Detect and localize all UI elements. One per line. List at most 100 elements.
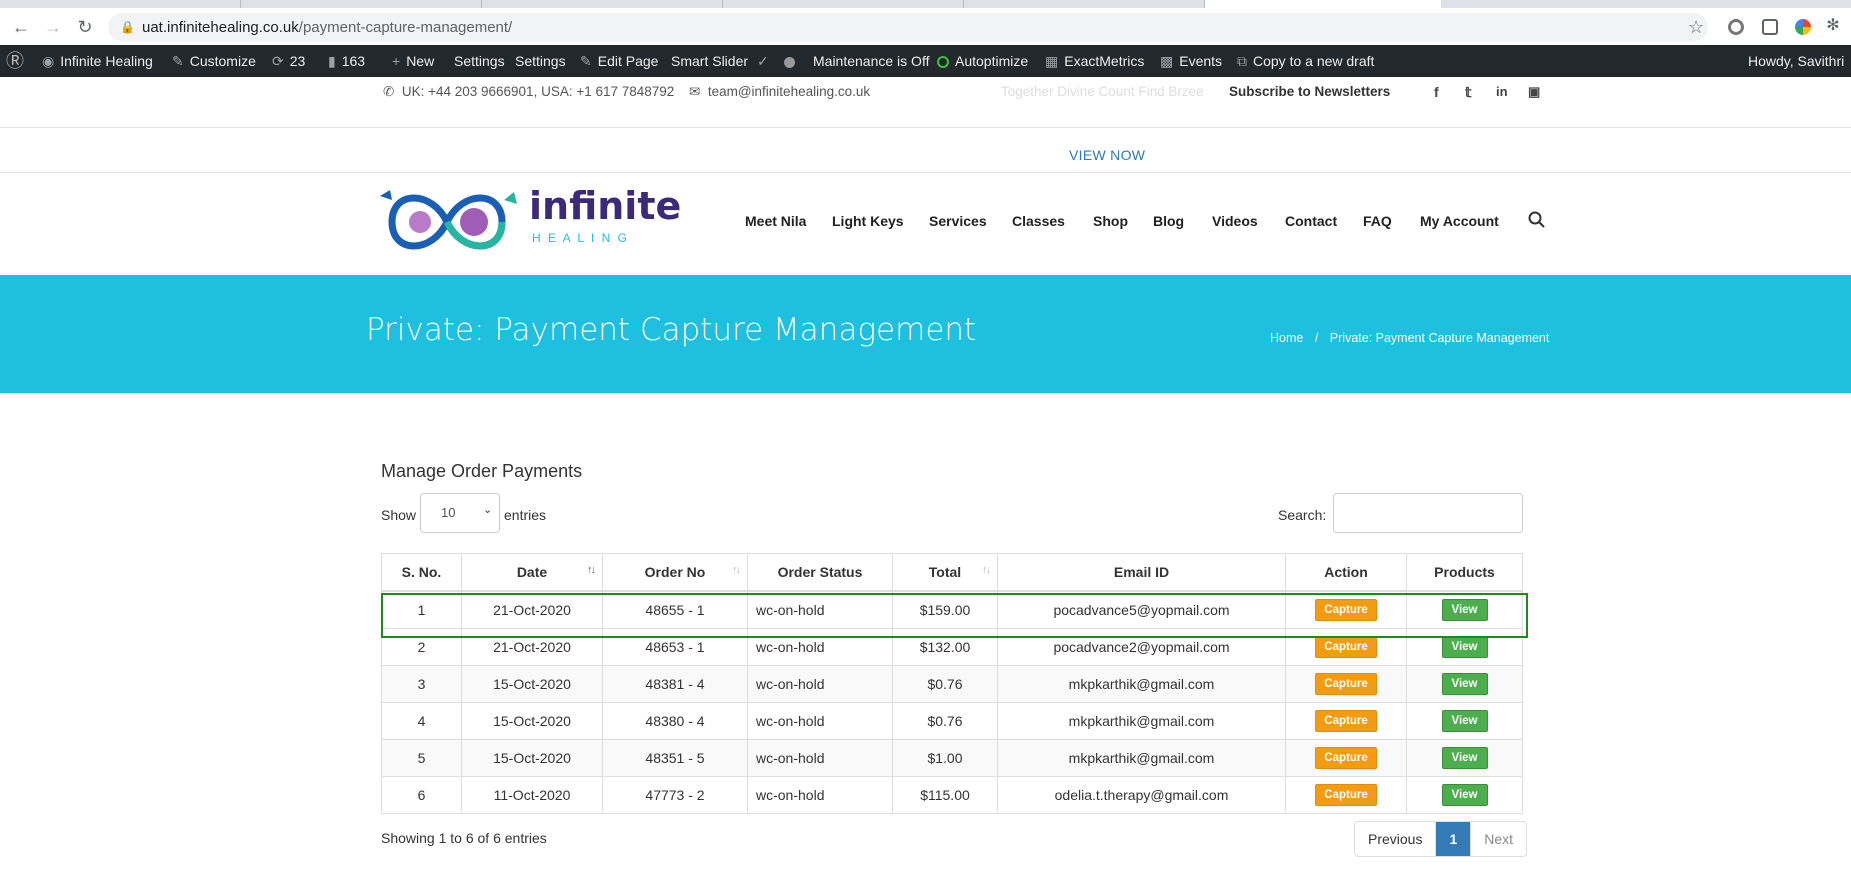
cell-action: Capture — [1285, 702, 1407, 740]
facebook-icon[interactable]: f — [1434, 84, 1439, 100]
subscribe-link[interactable]: Subscribe to Newsletters — [1229, 84, 1390, 99]
admin-maintenance-link[interactable]: Maintenance is Off — [813, 45, 929, 77]
twitter-icon[interactable]: 𝕥 — [1465, 84, 1472, 101]
column-header-email[interactable]: Email ID — [997, 553, 1286, 592]
view-button[interactable]: View — [1441, 710, 1488, 732]
cell-status: wc-on-hold — [747, 628, 893, 666]
cell-products: View — [1406, 776, 1523, 814]
admin-new-link[interactable]: + New — [392, 45, 434, 77]
admin-site-link[interactable]: ◉ Infinite Healing — [42, 45, 153, 77]
nav-videos[interactable]: Videos — [1212, 213, 1258, 229]
status-dot-icon — [784, 45, 795, 77]
entries-length-select[interactable]: 10 ⌄ — [420, 493, 500, 533]
admin-updates-link[interactable]: ⟳ 23 — [272, 45, 305, 77]
capture-button[interactable]: Capture — [1315, 710, 1377, 732]
url-text[interactable]: uat.infinitehealing.co.uk/payment-captur… — [142, 19, 512, 36]
view-button[interactable]: View — [1441, 784, 1488, 806]
view-button[interactable]: View — [1441, 599, 1488, 621]
nav-blog[interactable]: Blog — [1153, 213, 1184, 229]
yoast-icon[interactable]: ✓ — [757, 45, 775, 77]
admin-edit-page-link[interactable]: ✎ Edit Page — [580, 45, 658, 77]
view-now-link[interactable]: VIEW NOW — [1069, 147, 1145, 163]
cell-order-no: 48653 - 1 — [602, 628, 748, 666]
column-header-sno[interactable]: S. No. — [381, 553, 462, 592]
cell-action: Capture — [1285, 776, 1407, 814]
breadcrumb-separator: / — [1314, 331, 1319, 345]
capture-button[interactable]: Capture — [1315, 673, 1377, 695]
breadcrumb-home[interactable]: Home — [1270, 331, 1303, 345]
page-1-button[interactable]: 1 — [1435, 822, 1471, 856]
extension-icon[interactable] — [1728, 19, 1744, 35]
column-header-date[interactable]: Date ↑↓ — [461, 553, 603, 592]
table-search-input[interactable] — [1333, 493, 1523, 533]
column-header-total[interactable]: Total ↑↓ — [892, 553, 998, 592]
cell-order-no: 47773 - 2 — [602, 776, 748, 814]
admin-events-link[interactable]: ▩ Events — [1160, 45, 1222, 77]
cell-total: $115.00 — [892, 776, 998, 814]
admin-settings-link[interactable]: Settings — [454, 45, 505, 77]
next-page-button[interactable]: Next — [1470, 822, 1526, 856]
search-icon[interactable] — [1528, 211, 1546, 234]
browser-tab[interactable] — [482, 0, 723, 8]
phone-icon: ✆ — [383, 84, 395, 99]
view-button[interactable]: View — [1441, 673, 1488, 695]
reload-icon[interactable]: ↻ — [74, 16, 96, 38]
browser-tab[interactable] — [723, 0, 964, 8]
column-header-products[interactable]: Products — [1406, 553, 1523, 592]
instagram-icon[interactable]: ▣ — [1528, 84, 1540, 100]
plus-icon: + — [392, 53, 401, 69]
chrome-extension-icon[interactable] — [1795, 19, 1811, 35]
nav-classes[interactable]: Classes — [1012, 213, 1065, 229]
cell-email: mkpkarthik@gmail.com — [997, 739, 1286, 777]
nav-services[interactable]: Services — [929, 213, 987, 229]
admin-comments-link[interactable]: ▮ 163 — [328, 45, 365, 77]
admin-copy-draft-link[interactable]: ⧉ Copy to a new draft — [1237, 45, 1374, 77]
back-icon[interactable]: ← — [10, 16, 32, 38]
cell-products: View — [1406, 739, 1523, 777]
bookmark-star-icon[interactable]: ☆ — [1688, 17, 1704, 38]
column-header-order-no[interactable]: Order No ↑↓ — [602, 553, 748, 592]
nav-my-account[interactable]: My Account — [1420, 213, 1499, 229]
admin-settings-link-2[interactable]: Settings — [515, 45, 566, 77]
admin-smart-slider-link[interactable]: Smart Slider — [671, 45, 748, 77]
cell-sno: 1 — [381, 590, 462, 629]
breadcrumb: Home / Private: Payment Capture Manageme… — [1270, 331, 1549, 345]
ticker-text: Together Divine Count Find Brzee — [1001, 84, 1204, 99]
nav-light-keys[interactable]: Light Keys — [832, 213, 904, 229]
wordpress-icon[interactable]: Ⓡ — [6, 45, 30, 77]
nav-meet-nila[interactable]: Meet Nila — [745, 213, 806, 229]
cell-sno: 4 — [381, 702, 462, 740]
nav-faq[interactable]: FAQ — [1363, 213, 1392, 229]
cell-status: wc-on-hold — [747, 665, 893, 703]
pocket-icon[interactable] — [1762, 19, 1778, 35]
nav-contact[interactable]: Contact — [1285, 213, 1337, 229]
cell-sno: 3 — [381, 665, 462, 703]
capture-button[interactable]: Capture — [1315, 747, 1377, 769]
browser-tab[interactable] — [0, 0, 241, 8]
site-logo[interactable]: infinite H E A L I N G — [372, 182, 681, 260]
admin-customize-link[interactable]: ✎ Customize — [172, 45, 256, 77]
view-button[interactable]: View — [1441, 747, 1488, 769]
linkedin-icon[interactable]: in — [1496, 84, 1508, 99]
capture-button[interactable]: Capture — [1315, 784, 1377, 806]
admin-exactmetrics-link[interactable]: ▦ ExactMetrics — [1045, 45, 1144, 77]
admin-autoptimize-link[interactable]: Autoptimize — [937, 45, 1028, 77]
forward-icon[interactable]: → — [42, 16, 64, 38]
cell-date: 21-Oct-2020 — [461, 628, 603, 666]
column-header-order-status[interactable]: Order Status — [747, 553, 893, 592]
browser-tab[interactable] — [964, 0, 1205, 8]
admin-account-link[interactable]: Howdy, Savithri — [1748, 45, 1844, 77]
view-button[interactable]: View — [1441, 636, 1488, 658]
capture-button[interactable]: Capture — [1315, 636, 1377, 658]
nav-shop[interactable]: Shop — [1093, 213, 1128, 229]
column-header-action[interactable]: Action — [1285, 553, 1407, 592]
lock-icon[interactable]: 🔒 — [120, 20, 135, 34]
cell-total: $1.00 — [892, 739, 998, 777]
email-info[interactable]: ✉ team@infinitehealing.co.uk — [689, 84, 870, 100]
show-label: Show — [381, 507, 417, 523]
previous-page-button[interactable]: Previous — [1355, 822, 1435, 856]
browser-tab[interactable] — [241, 0, 482, 8]
capture-button[interactable]: Capture — [1315, 599, 1377, 621]
browser-tab-active[interactable] — [1205, 0, 1441, 8]
puzzle-icon[interactable]: ✻ — [1822, 15, 1844, 37]
